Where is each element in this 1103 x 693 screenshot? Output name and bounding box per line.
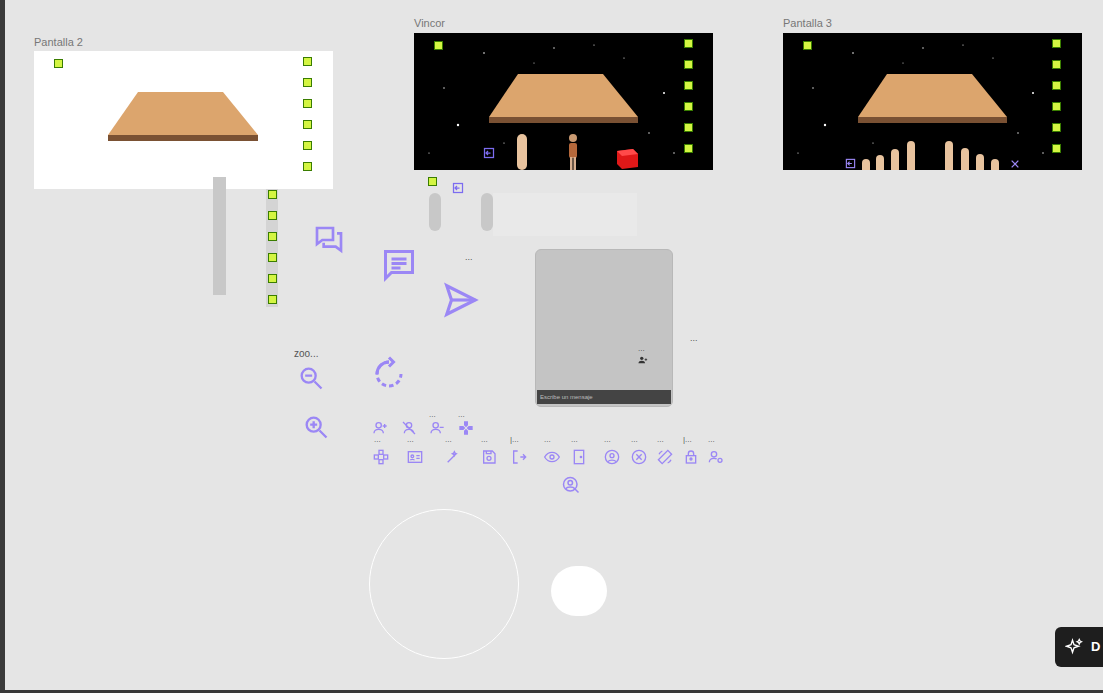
lock-icon[interactable] [683, 449, 699, 465]
tool-icon[interactable] [268, 295, 277, 304]
slider-handle[interactable] [481, 193, 493, 231]
chat-card[interactable]: ... Escribe un mensaje [535, 249, 673, 407]
tool-icon[interactable] [1052, 39, 1061, 48]
settings-icon[interactable] [428, 177, 437, 186]
settings-icon[interactable] [803, 41, 812, 50]
assistant-label: D [1091, 639, 1100, 655]
tool-icon[interactable] [268, 274, 277, 283]
tool-icon[interactable] [1052, 102, 1061, 111]
icon-label: ... [407, 435, 414, 444]
remove-user-icon[interactable] [401, 420, 417, 436]
save-icon[interactable] [481, 449, 497, 465]
tool-icon[interactable] [1052, 81, 1061, 90]
users-icon[interactable] [638, 355, 648, 365]
account-off-icon[interactable] [562, 476, 580, 494]
tool-icon[interactable] [303, 120, 312, 129]
tool-icon[interactable] [268, 232, 277, 241]
tool-icon[interactable] [1052, 123, 1061, 132]
icon-label: ... [374, 435, 381, 444]
scene-icon [414, 33, 713, 170]
refresh-icon[interactable] [371, 356, 407, 392]
tool-icon[interactable] [303, 162, 312, 171]
logout-icon[interactable] [511, 449, 527, 465]
account-icon[interactable] [604, 449, 620, 465]
contact-card-icon[interactable] [407, 449, 423, 465]
more-label: ... [690, 333, 698, 343]
tool-icon[interactable] [303, 78, 312, 87]
frame-label[interactable]: Pantalla 3 [783, 17, 832, 30]
forum-icon[interactable] [313, 224, 345, 256]
zoom-in-icon[interactable] [302, 413, 330, 441]
scene-icon [783, 33, 1082, 170]
tool-icon[interactable] [684, 144, 693, 153]
tool-icon[interactable] [684, 60, 693, 69]
frame[interactable] [414, 33, 713, 170]
user-settings-icon[interactable] [708, 449, 724, 465]
panel-placeholder [493, 193, 637, 236]
tool-icon[interactable] [303, 57, 312, 66]
board-icon [34, 51, 333, 189]
tool-icon[interactable] [1052, 60, 1061, 69]
assistant-button[interactable]: D [1055, 627, 1103, 667]
tool-icon[interactable] [268, 211, 277, 220]
icon-label: ... [544, 435, 551, 444]
tool-icon[interactable] [303, 99, 312, 108]
settings-icon[interactable] [434, 41, 443, 50]
icon-label: ... [481, 435, 488, 444]
add-user-icon[interactable] [372, 420, 388, 436]
frame-label[interactable]: Vincor [414, 17, 445, 30]
zoom-label: zoo... [294, 348, 318, 360]
more-label: ... [465, 252, 473, 262]
user-minus-icon[interactable] [429, 420, 445, 436]
wand-icon[interactable] [445, 449, 461, 465]
scrollbar[interactable] [213, 177, 226, 295]
input-placeholder: Escribe un mensaje [540, 393, 593, 401]
eye-icon[interactable] [544, 449, 560, 465]
icon-label: ... [657, 435, 664, 444]
icon-label: ... [429, 410, 436, 419]
move-icon[interactable] [373, 449, 389, 465]
zoom-out-icon[interactable] [297, 364, 325, 392]
icon-label: ... [445, 435, 452, 444]
toolbar-strip[interactable] [266, 189, 278, 307]
settings-icon[interactable] [54, 59, 63, 68]
icon-label: |... [510, 435, 519, 444]
message-icon[interactable] [381, 247, 417, 283]
icon-label: |... [683, 435, 692, 444]
frame[interactable] [34, 51, 333, 189]
canvas[interactable]: Pantalla 2 Vincor [0, 0, 1103, 693]
tool-icon[interactable] [684, 123, 693, 132]
tool-icon[interactable] [684, 102, 693, 111]
tool-icon[interactable] [684, 81, 693, 90]
icon-label: ... [708, 435, 715, 444]
joystick-base[interactable] [369, 509, 519, 659]
icon-label: ... [458, 410, 465, 419]
send-icon[interactable] [442, 281, 480, 319]
message-input[interactable]: Escribe un mensaje [537, 390, 671, 404]
frame[interactable] [783, 33, 1082, 170]
icon-label: ... [571, 435, 578, 444]
icon-label: ... [631, 435, 638, 444]
exit-icon[interactable] [845, 158, 856, 169]
sparkle-icon [1065, 638, 1083, 656]
tool-icon[interactable] [268, 190, 277, 199]
tool-icon[interactable] [1052, 144, 1061, 153]
slider-handle[interactable] [429, 193, 441, 231]
exit-icon[interactable] [452, 182, 464, 194]
close-icon[interactable] [1010, 159, 1020, 169]
cancel-icon[interactable] [631, 449, 647, 465]
tool-icon[interactable] [303, 141, 312, 150]
gamepad-icon[interactable] [458, 420, 474, 436]
tool-icon[interactable] [684, 39, 693, 48]
rotate-screen-icon[interactable] [657, 449, 673, 465]
exit-icon[interactable] [483, 147, 495, 159]
icon-label: ... [604, 435, 611, 444]
frame-label[interactable]: Pantalla 2 [34, 36, 83, 49]
door-icon[interactable] [571, 449, 587, 465]
tool-icon[interactable] [268, 253, 277, 262]
more-label: ... [638, 344, 645, 353]
action-button[interactable] [551, 566, 607, 616]
